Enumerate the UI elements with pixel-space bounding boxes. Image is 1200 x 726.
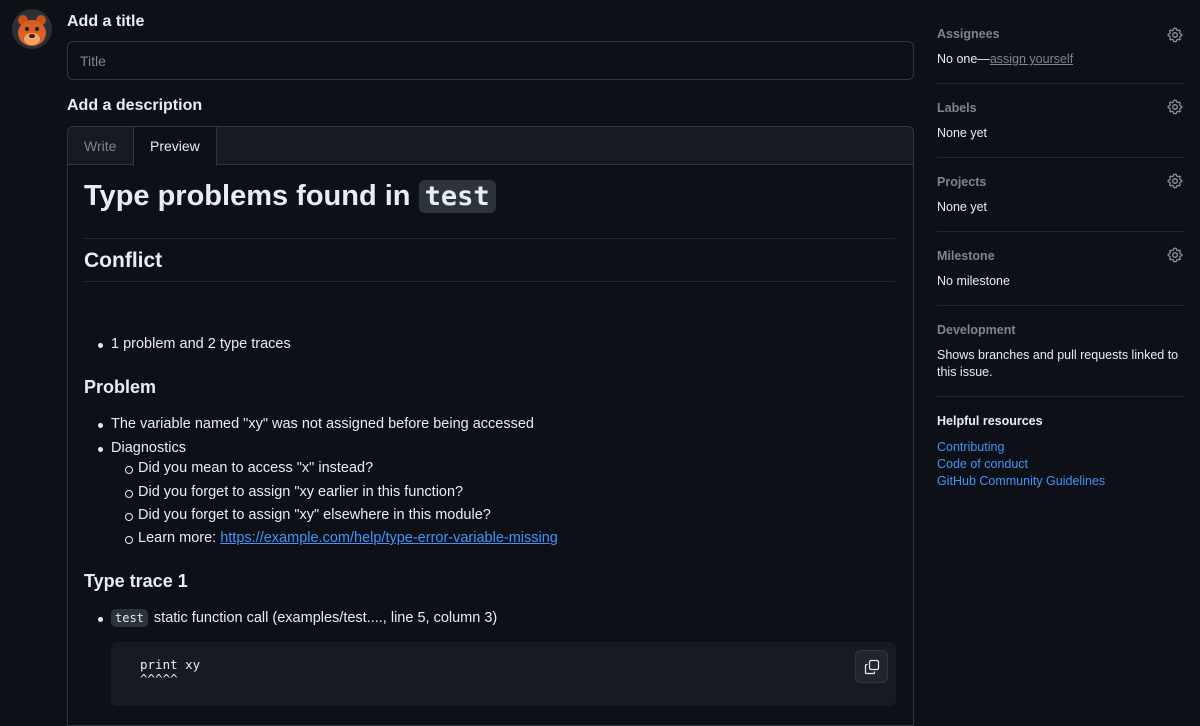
preview-heading-code: test bbox=[418, 180, 496, 213]
code-block-content: print xy ^^^^^ bbox=[140, 658, 200, 686]
labels-title: Labels bbox=[937, 101, 977, 115]
copy-icon bbox=[864, 659, 879, 674]
learn-more-link[interactable]: https://example.com/help/type-error-vari… bbox=[220, 530, 558, 546]
labels-section: Labels None yet bbox=[937, 84, 1184, 158]
avatar[interactable] bbox=[12, 9, 52, 49]
milestone-section: Milestone No milestone bbox=[937, 232, 1184, 306]
assignees-section: Assignees No one—assign yourself bbox=[937, 0, 1184, 84]
diagnostic-item: Did you mean to access "x" instead? bbox=[125, 460, 373, 476]
title-input[interactable] bbox=[67, 41, 914, 80]
preview-heading-text: Type problems found in bbox=[84, 180, 419, 212]
diagnostic-item: Did you forget to assign "xy earlier in … bbox=[125, 484, 463, 500]
trace-text: static function call (examples/test....,… bbox=[149, 610, 498, 626]
copy-button[interactable] bbox=[855, 650, 888, 683]
title-label: Add a title bbox=[67, 13, 145, 30]
development-section: Development Shows branches and pull requ… bbox=[937, 306, 1184, 397]
gear-icon[interactable] bbox=[1167, 247, 1183, 263]
trace-inline-code: test bbox=[111, 609, 148, 627]
gear-icon[interactable] bbox=[1167, 27, 1183, 43]
milestone-title: Milestone bbox=[937, 249, 995, 263]
assignees-none: No one— bbox=[937, 52, 990, 66]
projects-section: Projects None yet bbox=[937, 158, 1184, 232]
code-line-2: ^^^^^ bbox=[140, 671, 178, 686]
labels-value: None yet bbox=[937, 126, 988, 140]
tab-write[interactable]: Write bbox=[68, 127, 132, 165]
code-line-1: print xy bbox=[140, 657, 201, 672]
editor-tabbar: Write Preview bbox=[68, 127, 913, 166]
description-label: Add a description bbox=[67, 97, 203, 114]
problem-list-item: The variable named "xy" was not assigned… bbox=[98, 416, 534, 432]
tab-preview[interactable]: Preview bbox=[133, 127, 217, 166]
assign-yourself-link[interactable]: assign yourself bbox=[990, 52, 1073, 66]
description-editor: Write Preview Type problems found in tes… bbox=[67, 126, 914, 726]
milestone-value: No milestone bbox=[937, 274, 1010, 288]
gear-icon[interactable] bbox=[1167, 173, 1183, 189]
avatar-image bbox=[12, 9, 52, 49]
preview-heading: Type problems found in test bbox=[84, 180, 895, 239]
learn-more-label: Learn more: bbox=[138, 530, 221, 546]
code-block: print xy ^^^^^ bbox=[111, 642, 896, 706]
gear-icon[interactable] bbox=[1167, 99, 1183, 115]
type-trace-heading: Type trace 1 bbox=[84, 571, 188, 591]
trace-list-item: test static function call (examples/test… bbox=[98, 609, 498, 627]
assignees-value: No one—assign yourself bbox=[937, 52, 1073, 66]
development-line-2: this issue. bbox=[937, 365, 993, 379]
contributing-link[interactable]: Contributing bbox=[937, 440, 1004, 454]
conflict-list-item: 1 problem and 2 type traces bbox=[98, 336, 291, 352]
diagnostic-item: Did you forget to assign "xy" elsewhere … bbox=[125, 507, 491, 523]
development-line-1: Shows branches and pull requests linked … bbox=[937, 348, 1179, 362]
projects-title: Projects bbox=[937, 175, 987, 189]
learn-more-item: Learn more: https://example.com/help/typ… bbox=[125, 530, 558, 546]
conflict-heading: Conflict bbox=[84, 249, 895, 282]
problem-heading: Problem bbox=[84, 377, 157, 397]
helpful-resources-title: Helpful resources bbox=[937, 414, 1043, 428]
community-guidelines-link[interactable]: GitHub Community Guidelines bbox=[937, 474, 1105, 488]
assignees-title: Assignees bbox=[937, 27, 1000, 41]
projects-value: None yet bbox=[937, 200, 988, 214]
diagnostics-list-item: Diagnostics bbox=[98, 440, 186, 456]
development-title: Development bbox=[937, 323, 1016, 337]
code-of-conduct-link[interactable]: Code of conduct bbox=[937, 457, 1028, 471]
